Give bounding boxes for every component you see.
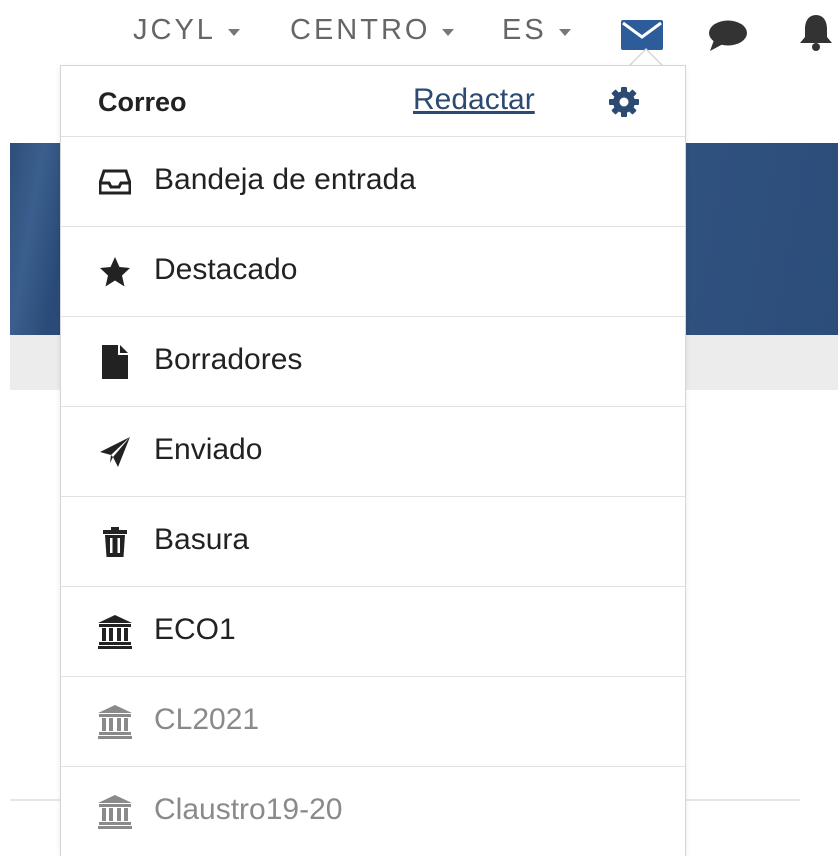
- nav-menu-jcyl[interactable]: JCYL: [133, 14, 240, 47]
- nav-menu-centro[interactable]: CENTRO: [290, 14, 455, 47]
- mail-folder-claustro19-20[interactable]: Claustro19-20: [61, 767, 685, 856]
- nav-menu-label: CENTRO: [290, 14, 431, 46]
- mail-folder-eco1[interactable]: ECO1: [61, 587, 685, 677]
- nav-menu-language[interactable]: ES: [502, 14, 571, 47]
- institution-icon: [97, 614, 133, 650]
- inbox-icon: [97, 164, 133, 200]
- mail-dropdown-header: Correo Redactar: [61, 66, 685, 137]
- caret-down-icon: [442, 29, 455, 36]
- star-icon: [97, 254, 133, 290]
- caret-down-icon: [227, 29, 240, 36]
- mail-folder-label: ECO1: [154, 613, 236, 646]
- trash-icon: [97, 524, 133, 560]
- mail-dropdown-menu: Correo Redactar Bandeja de entrada Desta…: [60, 65, 686, 856]
- bell-icon[interactable]: [796, 12, 836, 57]
- gear-icon[interactable]: [608, 86, 640, 123]
- mail-folder-label: Borradores: [154, 343, 303, 376]
- top-navbar: JCYL CENTRO ES: [0, 0, 838, 66]
- mail-folder-label: CL2021: [154, 703, 260, 736]
- nav-menu-label: JCYL: [133, 14, 216, 46]
- institution-icon: [97, 704, 133, 740]
- mail-folder-label: Bandeja de entrada: [154, 163, 416, 196]
- mail-folder-cl2021[interactable]: CL2021: [61, 677, 685, 767]
- nav-menu-label: ES: [502, 14, 547, 46]
- mail-folder-label: Enviado: [154, 433, 263, 466]
- institution-icon: [97, 794, 133, 830]
- compose-link[interactable]: Redactar: [413, 83, 535, 117]
- mail-folder-trash[interactable]: Basura: [61, 497, 685, 587]
- document-icon: [97, 344, 133, 380]
- mail-folder-inbox[interactable]: Bandeja de entrada: [61, 137, 685, 227]
- paper-plane-icon: [97, 434, 133, 470]
- chat-bubble-icon[interactable]: [708, 20, 748, 57]
- mail-folder-drafts[interactable]: Borradores: [61, 317, 685, 407]
- mail-folder-label: Basura: [154, 523, 250, 556]
- mail-folder-label: Destacado: [154, 253, 298, 286]
- mail-folder-label: Claustro19-20: [154, 793, 343, 826]
- mail-menu-title: Correo: [98, 87, 187, 117]
- caret-down-icon: [558, 29, 571, 36]
- mail-folder-sent[interactable]: Enviado: [61, 407, 685, 497]
- mail-folder-starred[interactable]: Destacado: [61, 227, 685, 317]
